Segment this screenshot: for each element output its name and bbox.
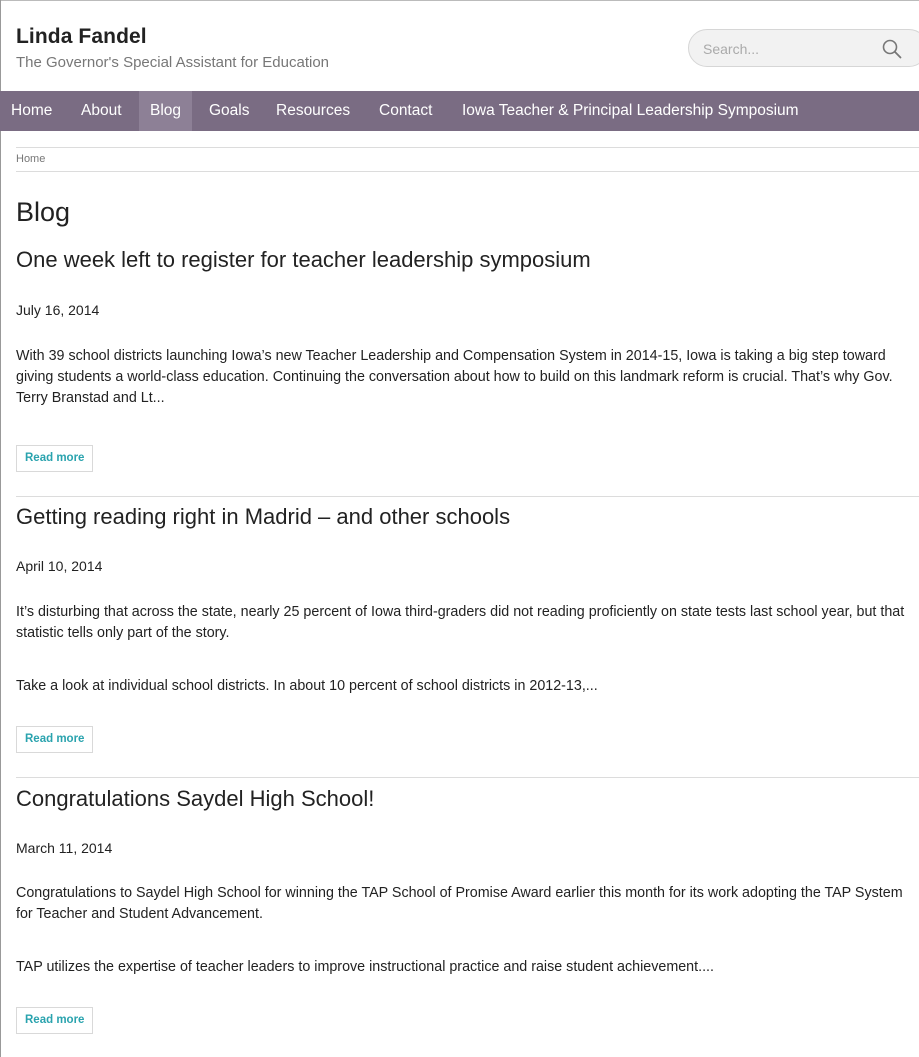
nav-item-symposium[interactable]: Iowa Teacher & Principal Leadership Symp…	[451, 91, 810, 131]
post-date: April 10, 2014	[16, 558, 103, 574]
post-excerpt: With 39 school districts launching Iowa’…	[16, 348, 893, 406]
search-input[interactable]	[701, 38, 875, 60]
window-left-border	[0, 0, 1, 1057]
breadcrumb-home-link[interactable]: Home	[16, 153, 45, 165]
search-box	[688, 29, 919, 67]
post-divider	[16, 496, 919, 497]
nav-item-goals[interactable]: Goals	[198, 91, 261, 131]
post-date: March 11, 2014	[16, 840, 113, 856]
main-nav: Home About Blog Goals Resources Contact …	[0, 91, 919, 131]
post-date: July 16, 2014	[16, 302, 100, 318]
nav-item-blog[interactable]: Blog	[139, 91, 193, 131]
post-excerpt: Take a look at individual school distric…	[16, 678, 598, 694]
post-divider	[16, 777, 919, 778]
nav-item-home[interactable]: Home	[0, 91, 63, 131]
read-more-button[interactable]: Read more	[16, 445, 94, 472]
post-title-link[interactable]: Getting reading right in Madrid – and ot…	[16, 504, 510, 530]
site-header: Linda Fandel The Governor's Special Assi…	[0, 0, 919, 90]
nav-item-about[interactable]: About	[70, 91, 133, 131]
magnifier-icon[interactable]	[881, 38, 903, 60]
post-excerpt: Congratulations to Saydel High School fo…	[16, 885, 903, 922]
site-slogan: The Governor's Special Assistant for Edu…	[16, 54, 330, 71]
breadcrumb: Home	[16, 147, 919, 172]
post-excerpt: It’s disturbing that across the state, n…	[16, 604, 905, 641]
nav-item-contact[interactable]: Contact	[368, 91, 443, 131]
read-more-button[interactable]: Read more	[16, 1007, 94, 1034]
read-more-button[interactable]: Read more	[16, 726, 94, 753]
site-title[interactable]: Linda Fandel	[16, 25, 147, 49]
nav-item-resources[interactable]: Resources	[265, 91, 361, 131]
page-title: Blog	[16, 197, 71, 227]
post-excerpt: TAP utilizes the expertise of teacher le…	[16, 959, 714, 975]
post-title-link[interactable]: One week left to register for teacher le…	[16, 247, 591, 273]
post-title-link[interactable]: Congratulations Saydel High School!	[16, 786, 374, 812]
